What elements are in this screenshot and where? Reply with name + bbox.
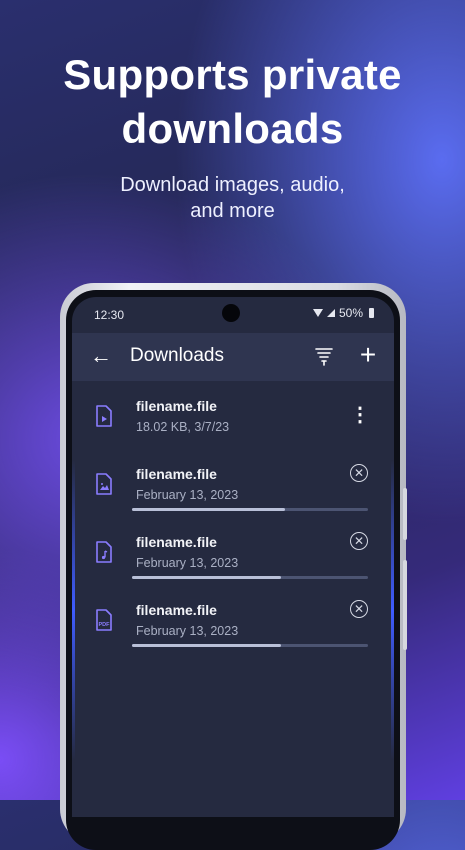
- video-file-icon: [96, 405, 112, 427]
- file-meta: February 13, 2023: [136, 556, 239, 570]
- battery-percent: 50%: [338, 306, 363, 320]
- phone-volume-button: [403, 560, 407, 650]
- cancel-icon[interactable]: ✕: [350, 532, 368, 550]
- download-list: filename.file 18.02 KB, 3/7/23 ⋮ filename.f…: [72, 381, 394, 653]
- svg-text:PDF: PDF: [99, 622, 111, 628]
- download-progress-bar: [132, 508, 368, 511]
- status-time: 12:30: [94, 308, 125, 322]
- front-camera: [222, 304, 240, 322]
- sweep-icon[interactable]: [312, 344, 336, 368]
- wifi-icon: [312, 309, 323, 317]
- file-meta: 18.02 KB, 3/7/23: [136, 420, 230, 434]
- promo-headline: Supports private downloads: [0, 48, 465, 156]
- phone-screen: 12:30 50% ← Downloads + filename.file 18.…: [72, 297, 394, 817]
- promo-subtitle-line1: Download images, audio,: [120, 174, 345, 196]
- download-item[interactable]: filename.file 18.02 KB, 3/7/23 ⋮: [72, 381, 394, 449]
- download-progress-fill: [132, 644, 281, 647]
- file-name: filename.file: [136, 534, 217, 550]
- file-meta: February 13, 2023: [136, 488, 239, 502]
- download-item[interactable]: filename.file February 13, 2023 ✕: [72, 517, 394, 585]
- plus-icon: +: [359, 339, 377, 370]
- cancel-icon[interactable]: ✕: [350, 464, 368, 482]
- download-item[interactable]: filename.file February 13, 2023 ✕: [72, 449, 394, 517]
- download-item[interactable]: PDF filename.file February 13, 2023 ✕: [72, 585, 394, 653]
- download-progress-fill: [132, 508, 286, 511]
- page-title: Downloads: [130, 345, 224, 366]
- download-progress-bar: [132, 576, 368, 579]
- screen-edge-glow: [391, 460, 394, 760]
- download-progress-bar: [132, 644, 368, 647]
- more-vert-icon[interactable]: ⋮: [350, 403, 370, 427]
- promo-subtitle-line2: and more: [190, 200, 275, 222]
- screen-edge-glow: [72, 460, 75, 760]
- cancel-icon[interactable]: ✕: [350, 600, 368, 618]
- pdf-file-icon: PDF: [96, 609, 112, 631]
- file-meta: February 13, 2023: [136, 624, 239, 638]
- image-file-icon: [96, 473, 112, 495]
- promo-subtitle: Download images, audio, and more: [0, 172, 465, 224]
- promo-headline-line1: Supports private: [63, 51, 402, 98]
- status-bar: 12:30 50%: [72, 297, 394, 333]
- file-name: filename.file: [136, 398, 217, 414]
- status-indicators: 50%: [312, 306, 374, 320]
- file-name: filename.file: [136, 602, 217, 618]
- promo-headline-line2: downloads: [121, 105, 344, 152]
- app-bar: ← Downloads +: [72, 333, 394, 381]
- signal-icon: [326, 309, 335, 317]
- download-progress-fill: [132, 576, 281, 579]
- battery-icon: [369, 308, 374, 318]
- phone-side-button: [403, 488, 407, 540]
- add-download-button[interactable]: +: [354, 340, 382, 370]
- file-name: filename.file: [136, 466, 217, 482]
- back-arrow-icon[interactable]: ←: [88, 343, 114, 369]
- audio-file-icon: [96, 541, 112, 563]
